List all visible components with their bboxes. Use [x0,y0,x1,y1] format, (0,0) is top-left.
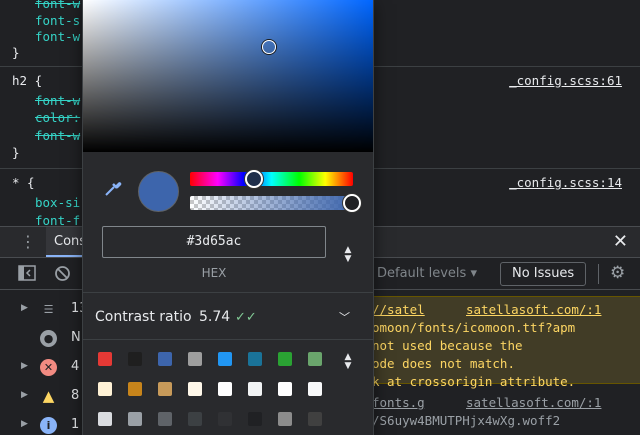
message-url-link[interactable]: //satel [372,302,425,317]
divider [83,339,373,340]
palette-swatch[interactable] [128,352,142,366]
palette-swatch[interactable] [128,382,142,396]
warning-message: //satel satellasoft.com/:1 omoon/fonts/i… [372,296,640,389]
sidebar-item-count: N [71,330,81,345]
color-picker-popover: #3d65ac ▲ ▼ HEX Contrast ratio 5.74 ✓✓ ﹀ … [83,0,373,435]
palette-swatch[interactable] [278,352,292,366]
palette-swatch[interactable] [278,382,292,396]
error-icon: ✕ [40,359,57,376]
double-check-icon: ✓✓ [235,310,257,325]
palette-swatch[interactable] [158,412,172,426]
palette-swatch[interactable] [188,352,202,366]
message-line: /S6uyw4BMUTPHjx4wXg.woff2 [372,413,561,428]
eyedropper-icon[interactable] [103,178,123,198]
message-line: not used because the [372,338,523,353]
palette-swatch[interactable] [98,352,112,366]
chevron-down-icon[interactable]: ﹀ [339,309,350,325]
rule-selector[interactable]: * { [12,175,35,190]
declaration[interactable]: box-si [35,195,80,210]
info-icon: i [40,417,57,434]
clear-console-icon[interactable] [54,265,71,286]
color-preview-swatch [138,171,179,212]
message-line: k at crossorigin attribute. [372,374,576,389]
spectrum-cursor[interactable] [262,40,276,54]
message-url-link[interactable]: fonts.g [372,395,425,410]
palette-swatch[interactable] [278,412,292,426]
alpha-slider-fill [190,196,353,210]
message-line: ode does not match. [372,356,515,371]
palette-swatch[interactable] [188,382,202,396]
hue-slider[interactable] [190,172,353,186]
expand-arrow-icon[interactable]: ▶ [21,303,28,313]
contrast-ratio-toggle[interactable]: Contrast ratio 5.74 ✓✓ ﹀ [83,293,373,339]
declaration[interactable]: font-s [35,13,80,28]
message-line: //satel [372,302,425,317]
palette-swatch[interactable] [218,352,232,366]
message-line: omoon/fonts/icomoon.ttf?apm [372,320,576,335]
rule-selector[interactable]: h2 { [12,73,42,88]
palette-swatch[interactable] [218,412,232,426]
hue-slider-thumb[interactable] [245,170,263,188]
contrast-ratio-value: 5.74 [199,309,231,325]
sidebar-toggle-icon[interactable] [18,265,36,285]
palette-swatch[interactable] [248,412,262,426]
declaration[interactable]: font-w [35,0,80,11]
palette-switch-arrows-icon[interactable]: ▲ ▼ [341,353,355,375]
source-link[interactable]: _config.scss:14 [509,175,622,190]
message-source-link[interactable]: satellasoft.com/:1 [466,395,601,410]
rule-close-brace: } [12,45,20,60]
palette-swatch[interactable] [158,352,172,366]
close-drawer-button[interactable]: ✕ [613,232,628,252]
log-levels-dropdown[interactable]: Default levels ▾ [377,266,477,281]
declaration[interactable]: color: [35,110,80,125]
alpha-slider-thumb[interactable] [343,194,361,212]
palette-swatch[interactable] [308,382,322,396]
expand-arrow-icon[interactable]: ▶ [21,390,28,400]
hex-color-input[interactable]: #3d65ac [102,226,326,258]
palette-swatch[interactable] [308,412,322,426]
color-palette [98,352,338,435]
warning-icon: ▲ [42,387,55,405]
format-toggle-arrows-icon[interactable]: ▲ ▼ [341,246,355,268]
palette-swatch[interactable] [98,382,112,396]
expand-arrow-icon[interactable]: ▶ [21,419,28,429]
log-message: fonts.g satellasoft.com/:1 /S6uyw4BMUTPH… [372,389,640,435]
palette-swatch[interactable] [248,382,262,396]
sidebar-item-count: 4 [71,359,80,374]
contrast-ratio-label: Contrast ratio [95,309,192,325]
palette-swatch[interactable] [218,382,232,396]
palette-swatch[interactable] [98,412,112,426]
declaration[interactable]: font-w [35,93,80,108]
gear-icon[interactable]: ⚙ [610,263,625,283]
color-format-label: HEX [201,266,227,280]
source-link[interactable]: _config.scss:61 [509,73,622,88]
palette-swatch[interactable] [308,352,322,366]
rule-close-brace: } [12,145,20,160]
vertical-dots-icon[interactable]: ⋮ [20,233,36,251]
declaration[interactable]: font-w [35,29,80,44]
message-source-link[interactable]: satellasoft.com/:1 [466,302,601,317]
expand-arrow-icon[interactable]: ▶ [21,361,28,371]
user-icon: ● [40,330,57,347]
issues-button[interactable]: No Issues [500,262,587,286]
list-icon: ☰ [43,303,54,316]
declaration[interactable]: font-w [35,128,80,143]
sidebar-item-count: 1 [71,417,80,432]
toolbar-divider [598,264,599,284]
palette-swatch[interactable] [128,412,142,426]
palette-swatch[interactable] [248,352,262,366]
sidebar-item-count: 8 [71,388,80,403]
palette-swatch[interactable] [188,412,202,426]
console-messages: //satel satellasoft.com/:1 omoon/fonts/i… [372,291,640,435]
color-spectrum-shade [83,0,373,152]
palette-swatch[interactable] [158,382,172,396]
